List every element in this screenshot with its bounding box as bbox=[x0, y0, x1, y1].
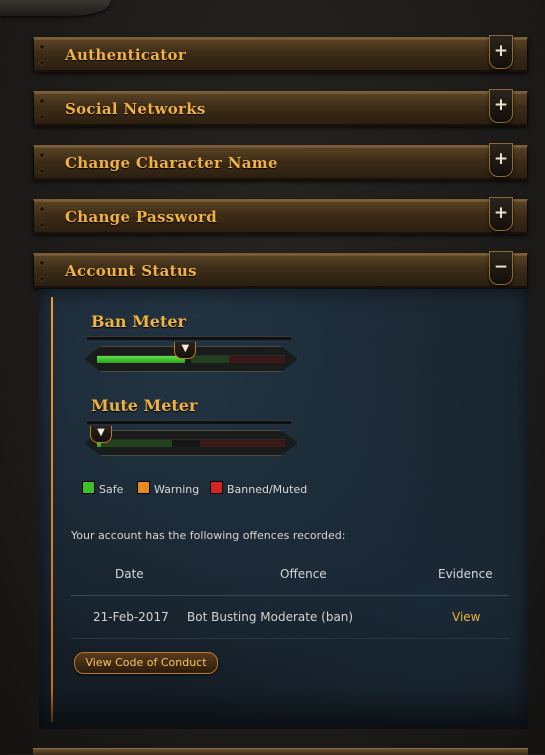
table-divider bbox=[71, 595, 509, 596]
expand-icon[interactable]: + bbox=[489, 89, 513, 123]
table-header-offence: Offence bbox=[280, 567, 327, 581]
offence-description: Bot Busting Moderate (ban) bbox=[187, 610, 354, 624]
table-header-evidence: Evidence bbox=[438, 567, 493, 581]
safe-swatch-icon bbox=[82, 481, 95, 494]
expand-icon[interactable]: + bbox=[489, 197, 513, 231]
legend-safe: Safe bbox=[82, 481, 123, 496]
offences-intro: Your account has the following offences … bbox=[71, 529, 346, 542]
panel-title: Change Password bbox=[65, 208, 218, 226]
ban-meter-marker-icon: ▼ bbox=[174, 342, 197, 359]
mute-meter bbox=[84, 430, 298, 456]
offence-date: 21-Feb-2017 bbox=[93, 610, 169, 624]
table-header-date: Date bbox=[115, 567, 144, 581]
expand-icon[interactable]: + bbox=[489, 143, 513, 177]
mute-meter-label: Mute Meter bbox=[91, 396, 198, 415]
view-code-of-conduct-button[interactable]: View Code of Conduct bbox=[74, 652, 218, 674]
legend-banned-muted: Banned/Muted bbox=[210, 481, 307, 496]
table-row-divider bbox=[71, 638, 509, 639]
view-evidence-link[interactable]: View bbox=[452, 610, 480, 624]
panel-authenticator[interactable]: Authenticator + bbox=[33, 35, 528, 72]
header-ornament bbox=[0, 0, 110, 16]
ban-meter-label: Ban Meter bbox=[91, 312, 186, 331]
legend-warning: Warning bbox=[137, 481, 199, 496]
panel-title: Account Status bbox=[65, 262, 197, 280]
collapse-icon[interactable]: − bbox=[489, 251, 513, 285]
content-edge-line bbox=[51, 297, 53, 722]
panel-title: Change Character Name bbox=[65, 154, 278, 172]
warning-swatch-icon bbox=[137, 481, 150, 494]
panel-change-character-name[interactable]: Change Character Name + bbox=[33, 143, 528, 180]
panel-title: Authenticator bbox=[65, 46, 187, 64]
banned-swatch-icon bbox=[210, 481, 223, 494]
panel-account-status[interactable]: Account Status − bbox=[33, 251, 528, 288]
panel-change-password[interactable]: Change Password + bbox=[33, 197, 528, 234]
ban-meter-fill bbox=[97, 356, 186, 363]
panel-title: Social Networks bbox=[65, 100, 206, 118]
panel-social-networks[interactable]: Social Networks + bbox=[33, 89, 528, 126]
mute-meter-marker-icon: ▼ bbox=[90, 426, 112, 443]
expand-icon[interactable]: + bbox=[489, 35, 513, 69]
